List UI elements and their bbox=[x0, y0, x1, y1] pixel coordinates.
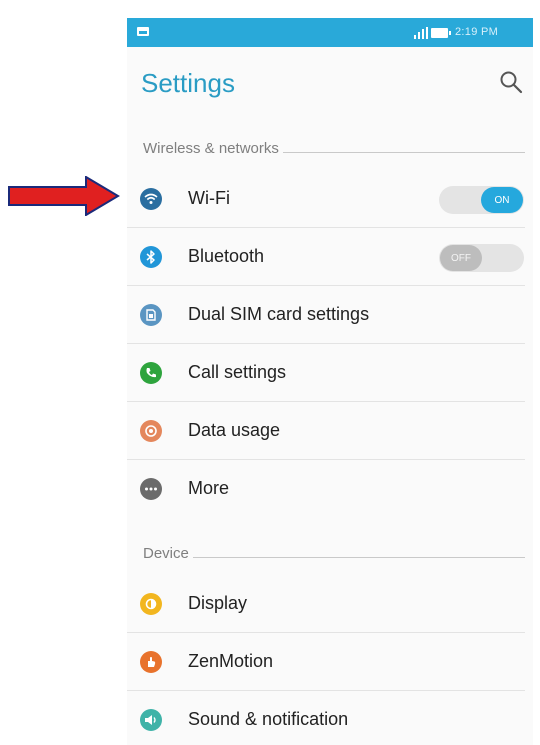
section-label: Device bbox=[143, 544, 189, 562]
settings-item-label: Wi-Fi bbox=[188, 188, 230, 208]
sim-card-icon bbox=[140, 304, 162, 326]
settings-item-data-usage[interactable]: Data usage bbox=[127, 402, 525, 460]
settings-item-call[interactable]: Call settings bbox=[127, 344, 525, 402]
section-label: Wireless & networks bbox=[143, 139, 279, 157]
settings-item-wifi[interactable]: Wi-Fi ON bbox=[127, 170, 525, 228]
bluetooth-icon bbox=[140, 246, 162, 268]
data-usage-icon bbox=[140, 420, 162, 442]
wifi-toggle[interactable]: ON bbox=[439, 186, 524, 214]
settings-item-label: More bbox=[188, 478, 230, 498]
section-device: Device bbox=[143, 542, 525, 564]
display-icon bbox=[140, 593, 162, 615]
settings-item-more[interactable]: More bbox=[127, 460, 525, 518]
settings-item-sound[interactable]: Sound & notification bbox=[127, 691, 525, 745]
settings-item-display[interactable]: Display bbox=[127, 575, 525, 633]
section-divider bbox=[192, 556, 525, 558]
settings-item-label: Dual SIM card settings bbox=[188, 304, 370, 324]
more-icon bbox=[140, 478, 162, 500]
settings-item-label: ZenMotion bbox=[188, 651, 274, 671]
search-icon[interactable] bbox=[499, 70, 523, 94]
signal-icon bbox=[414, 27, 428, 39]
notification-icon bbox=[137, 27, 149, 36]
settings-item-dual-sim[interactable]: Dual SIM card settings bbox=[127, 286, 525, 344]
toggle-state: OFF bbox=[440, 245, 482, 271]
page-title: Settings bbox=[141, 68, 235, 98]
zenmotion-icon bbox=[140, 651, 162, 673]
battery-icon bbox=[431, 28, 451, 38]
wifi-icon bbox=[140, 188, 162, 210]
settings-item-zenmotion[interactable]: ZenMotion bbox=[127, 633, 525, 691]
phone-screen: 2:19 PM Settings Wireless & networks Wi-… bbox=[127, 18, 533, 745]
settings-item-label: Bluetooth bbox=[188, 246, 265, 266]
settings-item-label: Data usage bbox=[188, 420, 281, 440]
bluetooth-toggle[interactable]: OFF bbox=[439, 244, 524, 272]
settings-item-label: Display bbox=[188, 593, 248, 613]
status-time: 2:19 PM bbox=[455, 26, 499, 38]
settings-item-label: Sound & notification bbox=[188, 709, 349, 729]
sound-icon bbox=[140, 709, 162, 731]
toggle-state: ON bbox=[481, 187, 523, 213]
section-divider bbox=[282, 151, 525, 153]
settings-item-bluetooth[interactable]: Bluetooth OFF bbox=[127, 228, 525, 286]
phone-icon bbox=[140, 362, 162, 384]
settings-item-label: Call settings bbox=[188, 362, 287, 382]
section-wireless-networks: Wireless & networks bbox=[143, 137, 525, 159]
status-bar: 2:19 PM bbox=[127, 18, 533, 47]
annotation-arrow bbox=[8, 176, 120, 216]
